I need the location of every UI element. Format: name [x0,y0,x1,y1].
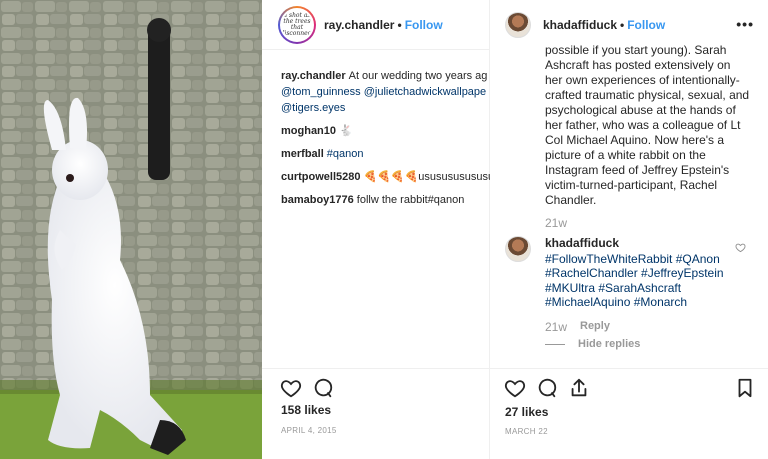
heart-icon[interactable] [504,377,526,399]
list-item: merfball #qanon [281,146,490,162]
post-date: APRIL 4, 2015 [281,426,337,435]
avatar[interactable]: a shot as the trees that disconnect [278,6,316,44]
separator-dot: • [620,18,625,32]
follow-button[interactable]: Follow [627,18,665,32]
share-icon[interactable] [568,377,590,399]
post-date: MARCH 22 [505,427,548,436]
likes-count[interactable]: 27 likes [505,405,548,419]
comment-username[interactable]: merfball [281,148,324,160]
comment-username[interactable]: khadaffiduck [545,236,732,251]
comment-username[interactable]: curtpowell5280 [281,171,360,183]
post-header-row: khadaffiduck • Follow [543,18,665,32]
avatar-text: a shot as the trees that disconnect [280,12,314,37]
username-link[interactable]: ray.chandler [324,18,394,32]
caption: ray.chandler At our wedding two years ag [281,68,490,84]
username-link[interactable]: khadaffiduck [543,18,617,32]
avatar[interactable] [505,12,531,38]
comment-username[interactable]: moghan10 [281,125,336,137]
comment-icon[interactable] [536,377,558,399]
comment-timestamp[interactable]: 21w [545,320,567,334]
post-photo[interactable] [0,0,262,459]
comment-text: follw the rabbit#qanon [356,194,465,206]
caption-timestamp[interactable]: 21w [545,216,567,230]
comment-icon[interactable] [312,377,334,399]
divider [545,344,565,345]
list-item: khadaffiduck #FollowTheWhiteRabbit #QAno… [545,236,735,310]
right-post-actions: 27 likes MARCH 22 [490,368,768,459]
comment-text: 🍕🍕🍕🍕ususususususus [363,171,490,183]
comment-username[interactable]: bamaboy1776 [281,194,354,206]
caption-username[interactable]: ray.chandler [281,70,346,82]
post-header-row: ray.chandler • Follow [324,18,443,32]
right-post-panel: khadaffiduck • Follow ••• possible if you … [490,0,768,459]
like-comment-heart-icon[interactable] [735,242,746,253]
list-item: bamaboy1776 follw the rabbit#qanon [281,192,490,208]
reply-button[interactable]: Reply [580,320,610,332]
middle-post-panel: a shot as the trees that disconnect ray.… [262,0,490,459]
caption-text: possible if you start young). Sarah Ashc… [545,43,750,207]
follow-button[interactable]: Follow [405,18,443,32]
separator-dot: • [397,18,402,32]
rabbit-photo-image [0,0,262,459]
list-item: curtpowell5280 🍕🍕🍕🍕ususususususus [281,169,490,185]
comment-text: 🐇 [339,125,353,137]
middle-post-header: a shot as the trees that disconnect ray.… [262,0,490,50]
avatar[interactable] [505,236,531,262]
heart-icon[interactable] [280,377,302,399]
comment-text[interactable]: #qanon [327,148,364,160]
likes-count[interactable]: 158 likes [281,403,331,417]
caption-body: possible if you start young). Sarah Ashc… [545,43,750,208]
list-item: moghan10 🐇 [281,123,490,139]
bookmark-icon[interactable] [734,377,756,399]
comments-list: ray.chandler At our wedding two years ag … [281,68,490,208]
comment-hashtags[interactable]: #FollowTheWhiteRabbit #QAnon #RachelChan… [545,252,724,310]
more-options-icon[interactable]: ••• [736,16,754,32]
caption-tags-line[interactable]: @tom_guinness @julietchadwickwallpape [281,84,490,100]
caption-tags-line[interactable]: @tigers.eyes [281,100,490,116]
avatar-image: a shot as the trees that disconnect [280,8,314,42]
middle-post-actions: 158 likes APRIL 4, 2015 [262,368,490,459]
hide-replies-button[interactable]: Hide replies [578,338,640,350]
caption-text: At our wedding two years ag [348,70,488,82]
